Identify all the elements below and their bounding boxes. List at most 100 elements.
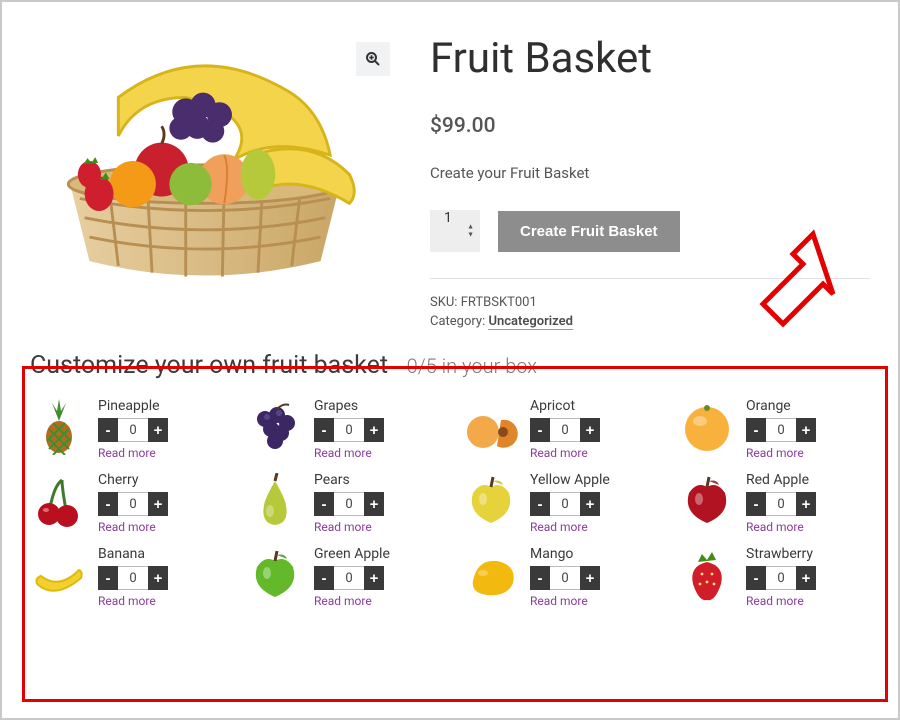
decrement-button[interactable]: - xyxy=(746,418,766,442)
read-more-link[interactable]: Read more xyxy=(530,446,654,460)
fruit-name: Pineapple xyxy=(98,398,222,414)
decrement-button[interactable]: - xyxy=(98,418,118,442)
fruit-quantity-value[interactable]: 0 xyxy=(118,566,148,590)
category-link[interactable]: Uncategorized xyxy=(488,314,573,330)
fruit-quantity-value[interactable]: 0 xyxy=(766,492,796,516)
increment-button[interactable]: + xyxy=(796,566,816,590)
apple-icon[interactable] xyxy=(678,472,736,530)
divider xyxy=(430,278,870,279)
fruit-quantity-stepper: - 0 + xyxy=(746,492,870,516)
increment-button[interactable]: + xyxy=(796,492,816,516)
increment-button[interactable]: + xyxy=(364,492,384,516)
fruit-card: Mango - 0 + Read more xyxy=(462,546,654,608)
increment-button[interactable]: + xyxy=(580,566,600,590)
decrement-button[interactable]: - xyxy=(530,418,550,442)
read-more-link[interactable]: Read more xyxy=(746,520,870,534)
read-more-link[interactable]: Read more xyxy=(314,446,438,460)
decrement-button[interactable]: - xyxy=(746,566,766,590)
customize-section: Customize your own fruit basket - 0/5 in… xyxy=(30,351,870,608)
decrement-button[interactable]: - xyxy=(530,566,550,590)
fruit-quantity-value[interactable]: 0 xyxy=(550,492,580,516)
fruit-quantity-value[interactable]: 0 xyxy=(766,566,796,590)
apple-icon[interactable] xyxy=(462,472,520,530)
read-more-link[interactable]: Read more xyxy=(746,594,870,608)
category-label: Category: xyxy=(430,314,485,329)
fruit-quantity-stepper: - 0 + xyxy=(746,418,870,442)
increment-button[interactable]: + xyxy=(580,492,600,516)
decrement-button[interactable]: - xyxy=(314,492,334,516)
sku-value: FRTBSKT001 xyxy=(461,295,537,310)
mango-icon[interactable] xyxy=(462,546,520,604)
fruit-name: Grapes xyxy=(314,398,438,414)
read-more-link[interactable]: Read more xyxy=(530,594,654,608)
fruit-name: Pears xyxy=(314,472,438,488)
pear-icon[interactable] xyxy=(246,472,304,530)
decrement-button[interactable]: - xyxy=(530,492,550,516)
quantity-stepper[interactable]: 1 ▲▼ xyxy=(430,210,480,252)
apricot-icon[interactable] xyxy=(462,398,520,456)
grapes-icon[interactable] xyxy=(246,398,304,456)
fruit-quantity-value[interactable]: 0 xyxy=(334,492,364,516)
product-image[interactable] xyxy=(30,30,400,333)
decrement-button[interactable]: - xyxy=(314,418,334,442)
increment-button[interactable]: + xyxy=(148,418,168,442)
fruit-quantity-value[interactable]: 0 xyxy=(118,418,148,442)
increment-button[interactable]: + xyxy=(580,418,600,442)
fruit-card: Red Apple - 0 + Read more xyxy=(678,472,870,534)
fruit-quantity-stepper: - 0 + xyxy=(314,418,438,442)
product-price: $99.00 xyxy=(430,114,870,138)
orange-icon[interactable] xyxy=(678,398,736,456)
customize-heading-text: Customize your own fruit basket xyxy=(30,351,388,380)
fruit-quantity-value[interactable]: 0 xyxy=(118,492,148,516)
increment-button[interactable]: + xyxy=(148,566,168,590)
qty-up-icon[interactable]: ▲ xyxy=(467,224,474,231)
product-description: Create your Fruit Basket xyxy=(430,164,870,182)
fruit-quantity-stepper: - 0 + xyxy=(314,566,438,590)
sku-label: SKU: xyxy=(430,295,457,310)
increment-button[interactable]: + xyxy=(796,418,816,442)
decrement-button[interactable]: - xyxy=(746,492,766,516)
fruit-name: Strawberry xyxy=(746,546,870,562)
fruit-quantity-value[interactable]: 0 xyxy=(766,418,796,442)
fruit-quantity-value[interactable]: 0 xyxy=(550,418,580,442)
fruit-name: Apricot xyxy=(530,398,654,414)
fruit-quantity-value[interactable]: 0 xyxy=(334,418,364,442)
increment-button[interactable]: + xyxy=(364,566,384,590)
fruit-quantity-value[interactable]: 0 xyxy=(334,566,364,590)
sku-line: SKU: FRTBSKT001 xyxy=(430,295,870,310)
fruit-quantity-stepper: - 0 + xyxy=(530,566,654,590)
decrement-button[interactable]: - xyxy=(98,492,118,516)
fruit-quantity-stepper: - 0 + xyxy=(314,492,438,516)
cherry-icon[interactable] xyxy=(30,472,88,530)
fruit-name: Yellow Apple xyxy=(530,472,654,488)
pineapple-icon[interactable] xyxy=(30,398,88,456)
decrement-button[interactable]: - xyxy=(98,566,118,590)
increment-button[interactable]: + xyxy=(364,418,384,442)
fruit-card: Strawberry - 0 + Read more xyxy=(678,546,870,608)
read-more-link[interactable]: Read more xyxy=(98,520,222,534)
increment-button[interactable]: + xyxy=(148,492,168,516)
fruit-card: Green Apple - 0 + Read more xyxy=(246,546,438,608)
fruit-name: Orange xyxy=(746,398,870,414)
fruit-card: Orange - 0 + Read more xyxy=(678,398,870,460)
read-more-link[interactable]: Read more xyxy=(746,446,870,460)
apple-icon[interactable] xyxy=(246,546,304,604)
read-more-link[interactable]: Read more xyxy=(314,520,438,534)
fruit-quantity-value[interactable]: 0 xyxy=(550,566,580,590)
fruit-card: Grapes - 0 + Read more xyxy=(246,398,438,460)
create-basket-button[interactable]: Create Fruit Basket xyxy=(498,211,680,252)
fruit-card: Cherry - 0 + Read more xyxy=(30,472,222,534)
decrement-button[interactable]: - xyxy=(314,566,334,590)
fruit-card: Yellow Apple - 0 + Read more xyxy=(462,472,654,534)
read-more-link[interactable]: Read more xyxy=(314,594,438,608)
fruit-name: Mango xyxy=(530,546,654,562)
fruit-card: Pineapple - 0 + Read more xyxy=(30,398,222,460)
read-more-link[interactable]: Read more xyxy=(98,446,222,460)
zoom-icon[interactable] xyxy=(356,42,390,76)
read-more-link[interactable]: Read more xyxy=(530,520,654,534)
strawberry-icon[interactable] xyxy=(678,546,736,604)
fruit-name: Green Apple xyxy=(314,546,438,562)
read-more-link[interactable]: Read more xyxy=(98,594,222,608)
banana-icon[interactable] xyxy=(30,546,88,604)
qty-down-icon[interactable]: ▼ xyxy=(467,232,474,239)
